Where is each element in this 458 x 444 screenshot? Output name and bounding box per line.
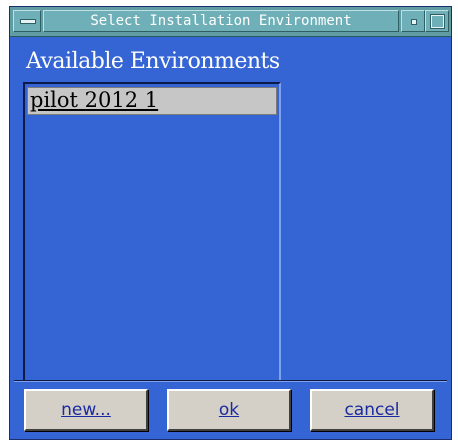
installation-environment-dialog: Select Installation Environment Availabl… [9, 6, 452, 440]
maximize-button[interactable] [425, 10, 449, 32]
cancel-button[interactable]: cancel [310, 389, 434, 431]
environment-list[interactable]: pilot 2012 1 [23, 82, 281, 382]
maximize-icon [430, 14, 445, 29]
minimize-icon [411, 19, 417, 25]
list-item[interactable]: pilot 2012 1 [27, 87, 277, 115]
minimize-button[interactable] [401, 10, 425, 32]
window-menu-button[interactable] [13, 10, 41, 32]
window-title: Select Installation Environment [43, 10, 399, 32]
button-separator [14, 380, 447, 382]
title-bar[interactable]: Select Installation Environment [10, 7, 451, 37]
available-environments-label: Available Environments [26, 49, 280, 74]
ok-button[interactable]: ok [167, 389, 291, 431]
new-button[interactable]: new... [24, 389, 148, 431]
window-menu-icon [20, 19, 36, 24]
